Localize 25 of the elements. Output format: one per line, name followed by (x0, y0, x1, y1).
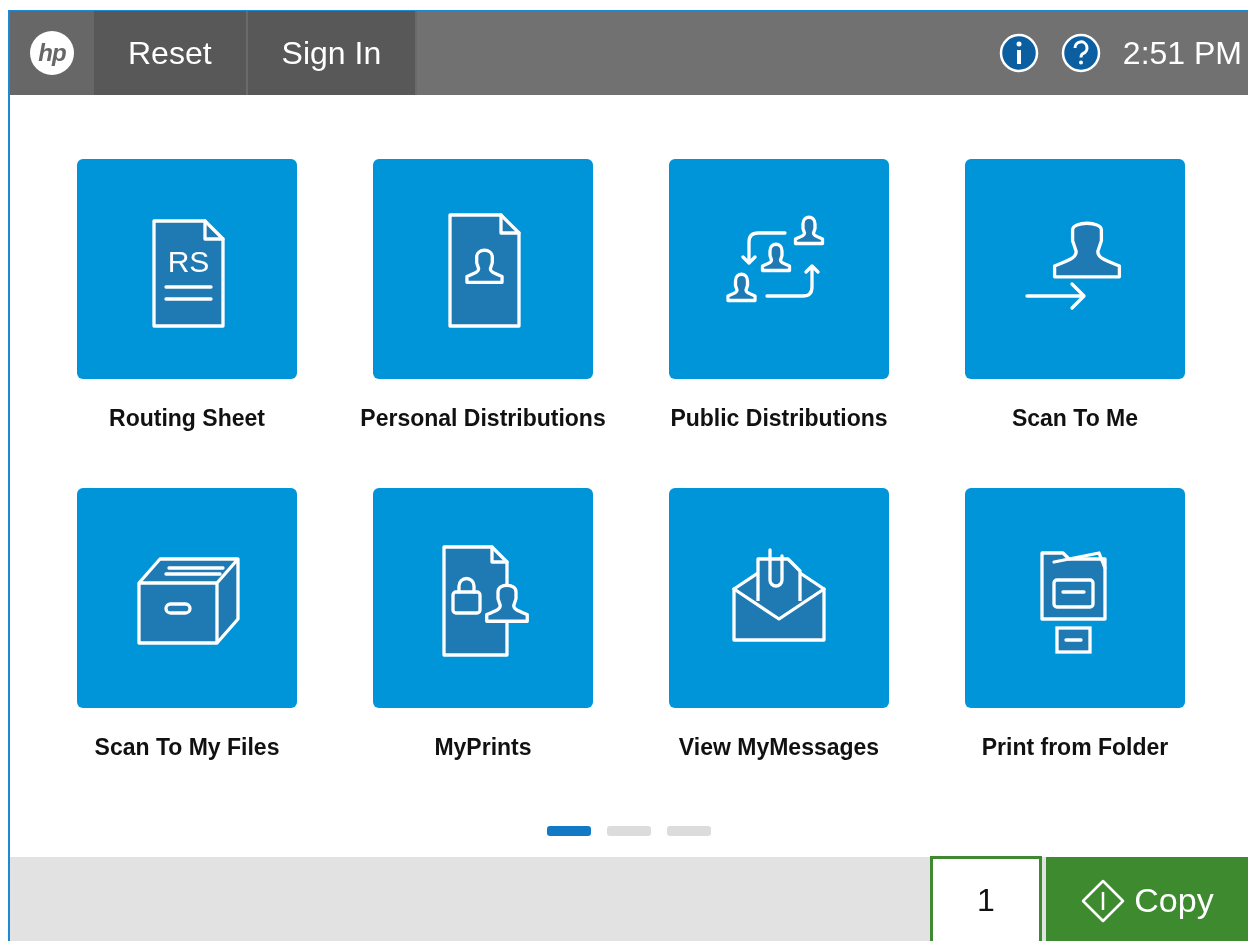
app-label: Scan To My Files (94, 733, 280, 762)
app-tile[interactable] (669, 488, 889, 708)
app-label: Public Distributions (670, 404, 888, 433)
top-bar-button[interactable]: Reset (94, 11, 248, 95)
app-tile[interactable] (965, 159, 1185, 379)
clock-time: 2:51 PM (1122, 34, 1242, 72)
app-label: Routing Sheet (109, 404, 265, 433)
copy-button[interactable]: Copy (1046, 857, 1248, 941)
app-label: Print from Folder (981, 733, 1169, 762)
copy-count-field[interactable]: 1 (930, 856, 1042, 941)
app-tile[interactable] (373, 488, 593, 708)
app-label: View MyMessages (678, 733, 880, 762)
app-tile[interactable] (669, 159, 889, 379)
app-label: Scan To Me (1011, 404, 1139, 433)
app-tile[interactable] (373, 159, 593, 379)
app-tile[interactable]: RS (77, 159, 297, 379)
top-bar-button[interactable]: Sign In (247, 11, 418, 95)
help-icon[interactable] (1060, 33, 1101, 73)
info-icon[interactable] (998, 33, 1039, 73)
start-icon (1080, 877, 1127, 924)
app-label: Personal Distributions (360, 404, 606, 433)
app-label: MyPrints (434, 733, 532, 762)
app-tile[interactable] (77, 488, 297, 708)
app-tile[interactable] (965, 488, 1185, 708)
logo: hp (30, 31, 74, 75)
